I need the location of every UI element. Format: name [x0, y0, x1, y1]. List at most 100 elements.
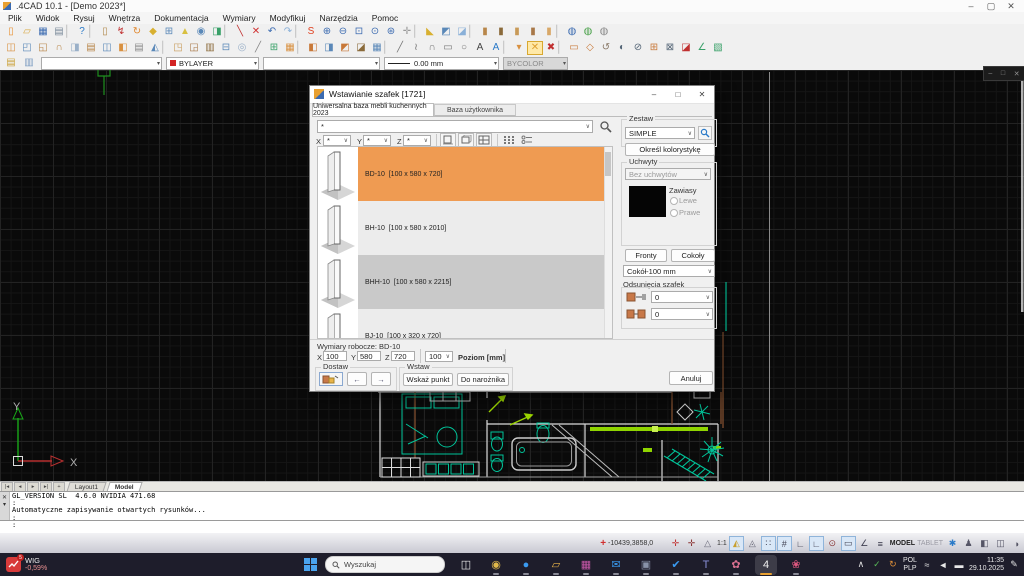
materials-icon[interactable]: ◍ [580, 25, 596, 39]
ucs-icon[interactable]: ◬ [745, 536, 760, 551]
search-icon[interactable] [599, 120, 612, 135]
tray-expand-icon[interactable]: ∧ [854, 559, 868, 570]
explorer-icon[interactable]: ▱ [545, 555, 567, 575]
lower-cabinet-icon[interactable]: ◲ [186, 41, 202, 55]
quick-props-icon[interactable]: ≡ [873, 536, 888, 551]
cad-app-icon[interactable]: 4 [755, 555, 777, 575]
edge-icon[interactable]: ● [515, 555, 537, 575]
scrollbar-thumb[interactable] [605, 152, 611, 176]
hatch-icon[interactable]: ▧ [710, 41, 726, 55]
fillet-icon[interactable]: ◪ [678, 41, 694, 55]
layer-states-icon[interactable]: ▥ [21, 56, 37, 70]
copy-object-icon[interactable]: ◨ [321, 41, 337, 55]
line-icon[interactable]: ╱ [392, 41, 408, 55]
mirror-icon[interactable]: ◪ [353, 41, 369, 55]
grid-cabinet-icon[interactable]: ▦ [282, 41, 298, 55]
zestaw-combo[interactable]: SIMPLE∨ [625, 127, 695, 139]
countertop-icon[interactable]: ▥ [202, 41, 218, 55]
polar-icon[interactable]: ∟ [809, 536, 824, 551]
table-icon[interactable]: ⊞ [266, 41, 282, 55]
windows-stack-icon[interactable]: ◫ [993, 536, 1008, 551]
render-icon[interactable]: ◍ [564, 25, 580, 39]
zoom-window-icon[interactable]: ⊡ [351, 25, 367, 39]
view-se-icon[interactable]: ◩ [438, 25, 454, 39]
wifi-icon[interactable]: ≈ [920, 560, 934, 570]
paint-icon[interactable]: ✿ [725, 555, 747, 575]
z-filter-combo[interactable]: *∨ [403, 135, 431, 146]
regen-icon[interactable]: S [303, 25, 319, 39]
tab-universal-base[interactable]: Uniwersalna baza mebli kuchennych 2023 [312, 103, 434, 116]
view-ne-icon[interactable]: ◪ [454, 25, 470, 39]
cabinet-2-icon[interactable]: ▮ [493, 25, 509, 39]
zoom-extents-icon[interactable]: ⊛ [383, 25, 399, 39]
menu-item[interactable]: Rysuj [73, 13, 94, 23]
beam-icon[interactable]: ▤ [83, 41, 99, 55]
poziom-combo[interactable]: 100∨ [425, 351, 453, 362]
model-toggle[interactable]: MODEL [890, 540, 915, 547]
view-grid-button[interactable] [476, 133, 492, 147]
linetype-combo[interactable]: ▾ [263, 57, 380, 70]
diamond-icon[interactable]: ◆ [145, 25, 161, 39]
refresh-icon[interactable]: ↻ [129, 25, 145, 39]
defender-icon[interactable]: ✓ [870, 559, 884, 570]
view-sw-icon[interactable]: ◣ [422, 25, 438, 39]
appliance-icon[interactable]: ⊟ [218, 41, 234, 55]
user-icon[interactable]: ♟ [961, 536, 976, 551]
explode-icon[interactable]: ⊠ [662, 41, 678, 55]
snap-clear-icon[interactable]: ✖ [543, 41, 559, 55]
notifications-icon[interactable]: ✎ [1007, 559, 1021, 570]
rotate-icon[interactable]: ◩ [337, 41, 353, 55]
todo-icon[interactable]: ✔ [665, 555, 687, 575]
cokoly-button[interactable]: Cokoły [671, 249, 715, 262]
x-filter-combo[interactable]: *∨ [323, 135, 351, 146]
language-indicator[interactable]: POL PLP [903, 557, 917, 573]
taskbar-widget[interactable]: 5 WIG -0,59% [6, 557, 296, 573]
dialog-minimize-button[interactable]: – [642, 86, 666, 102]
menu-item[interactable]: Dokumentacja [154, 13, 208, 23]
cabinet-5-icon[interactable]: ▮ [541, 25, 557, 39]
grid-dots-icon[interactable]: ∷ [761, 536, 776, 551]
mtext-icon[interactable]: A [488, 41, 504, 55]
cabinet-4-icon[interactable]: ▮ [525, 25, 541, 39]
close-button[interactable]: ✕ [1002, 1, 1020, 12]
circle-icon[interactable]: ○ [456, 41, 472, 55]
zoom-in-icon[interactable]: ⊕ [319, 25, 335, 39]
cabinet-list-item[interactable]: BH-10 [100 x 580 x 2010] [318, 201, 612, 255]
display-icon[interactable]: ◧ [977, 536, 992, 551]
cabinet-3-icon[interactable]: ▮ [509, 25, 525, 39]
fronty-button[interactable]: Fronty [625, 249, 667, 262]
lights-icon[interactable]: ◍ [596, 25, 612, 39]
slice-icon[interactable]: ⊘ [630, 41, 646, 55]
axes-icon[interactable]: △ [700, 536, 715, 551]
polyline-icon[interactable]: ≀ [408, 41, 424, 55]
help-icon[interactable]: ? [74, 25, 90, 39]
search-filter-combo[interactable]: * ∨ [317, 120, 593, 133]
command-close-icon[interactable]: ✕ [0, 494, 9, 501]
dialog-close-button[interactable]: ✕ [690, 86, 714, 102]
info-icon[interactable]: ◑ [1009, 536, 1024, 551]
column-icon[interactable]: ◨ [67, 41, 83, 55]
snap-toggle-icon[interactable]: ✕ [527, 41, 543, 55]
clipboard-icon[interactable]: ▯ [97, 25, 113, 39]
suite-icon[interactable]: ❀ [785, 555, 807, 575]
anuluj-button[interactable]: Anuluj [669, 371, 713, 385]
volume-icon[interactable]: ◄ [936, 560, 950, 570]
define-colors-button[interactable]: Określ kolorystykę [625, 143, 715, 156]
move-icon[interactable]: ◧ [305, 41, 321, 55]
print-icon[interactable]: ▤ [51, 25, 67, 39]
cokol-combo[interactable]: Cokół-100 mm∨ [623, 265, 715, 277]
wall-type-icon[interactable]: ◰ [19, 41, 35, 55]
snap-marker-icon[interactable]: ✛ [668, 536, 683, 551]
preview-icon[interactable]: ◉ [193, 25, 209, 39]
mdi-close-button[interactable]: ✕ [1014, 70, 1020, 78]
security-icon[interactable]: ▣ [635, 555, 657, 575]
copy-props-icon[interactable]: ⊞ [161, 25, 177, 39]
frame-icon[interactable]: ▭ [841, 536, 856, 551]
edit-cabinet-icon[interactable]: ╱ [250, 41, 266, 55]
pencil-icon[interactable]: ╲ [232, 25, 248, 39]
arc-wall-icon[interactable]: ∩ [51, 41, 67, 55]
settings-gear-icon[interactable]: ✱ [945, 536, 960, 551]
menu-item[interactable]: Widok [36, 13, 60, 23]
door-insert-icon[interactable]: ◧ [115, 41, 131, 55]
menu-item[interactable]: Narzędzia [319, 13, 357, 23]
